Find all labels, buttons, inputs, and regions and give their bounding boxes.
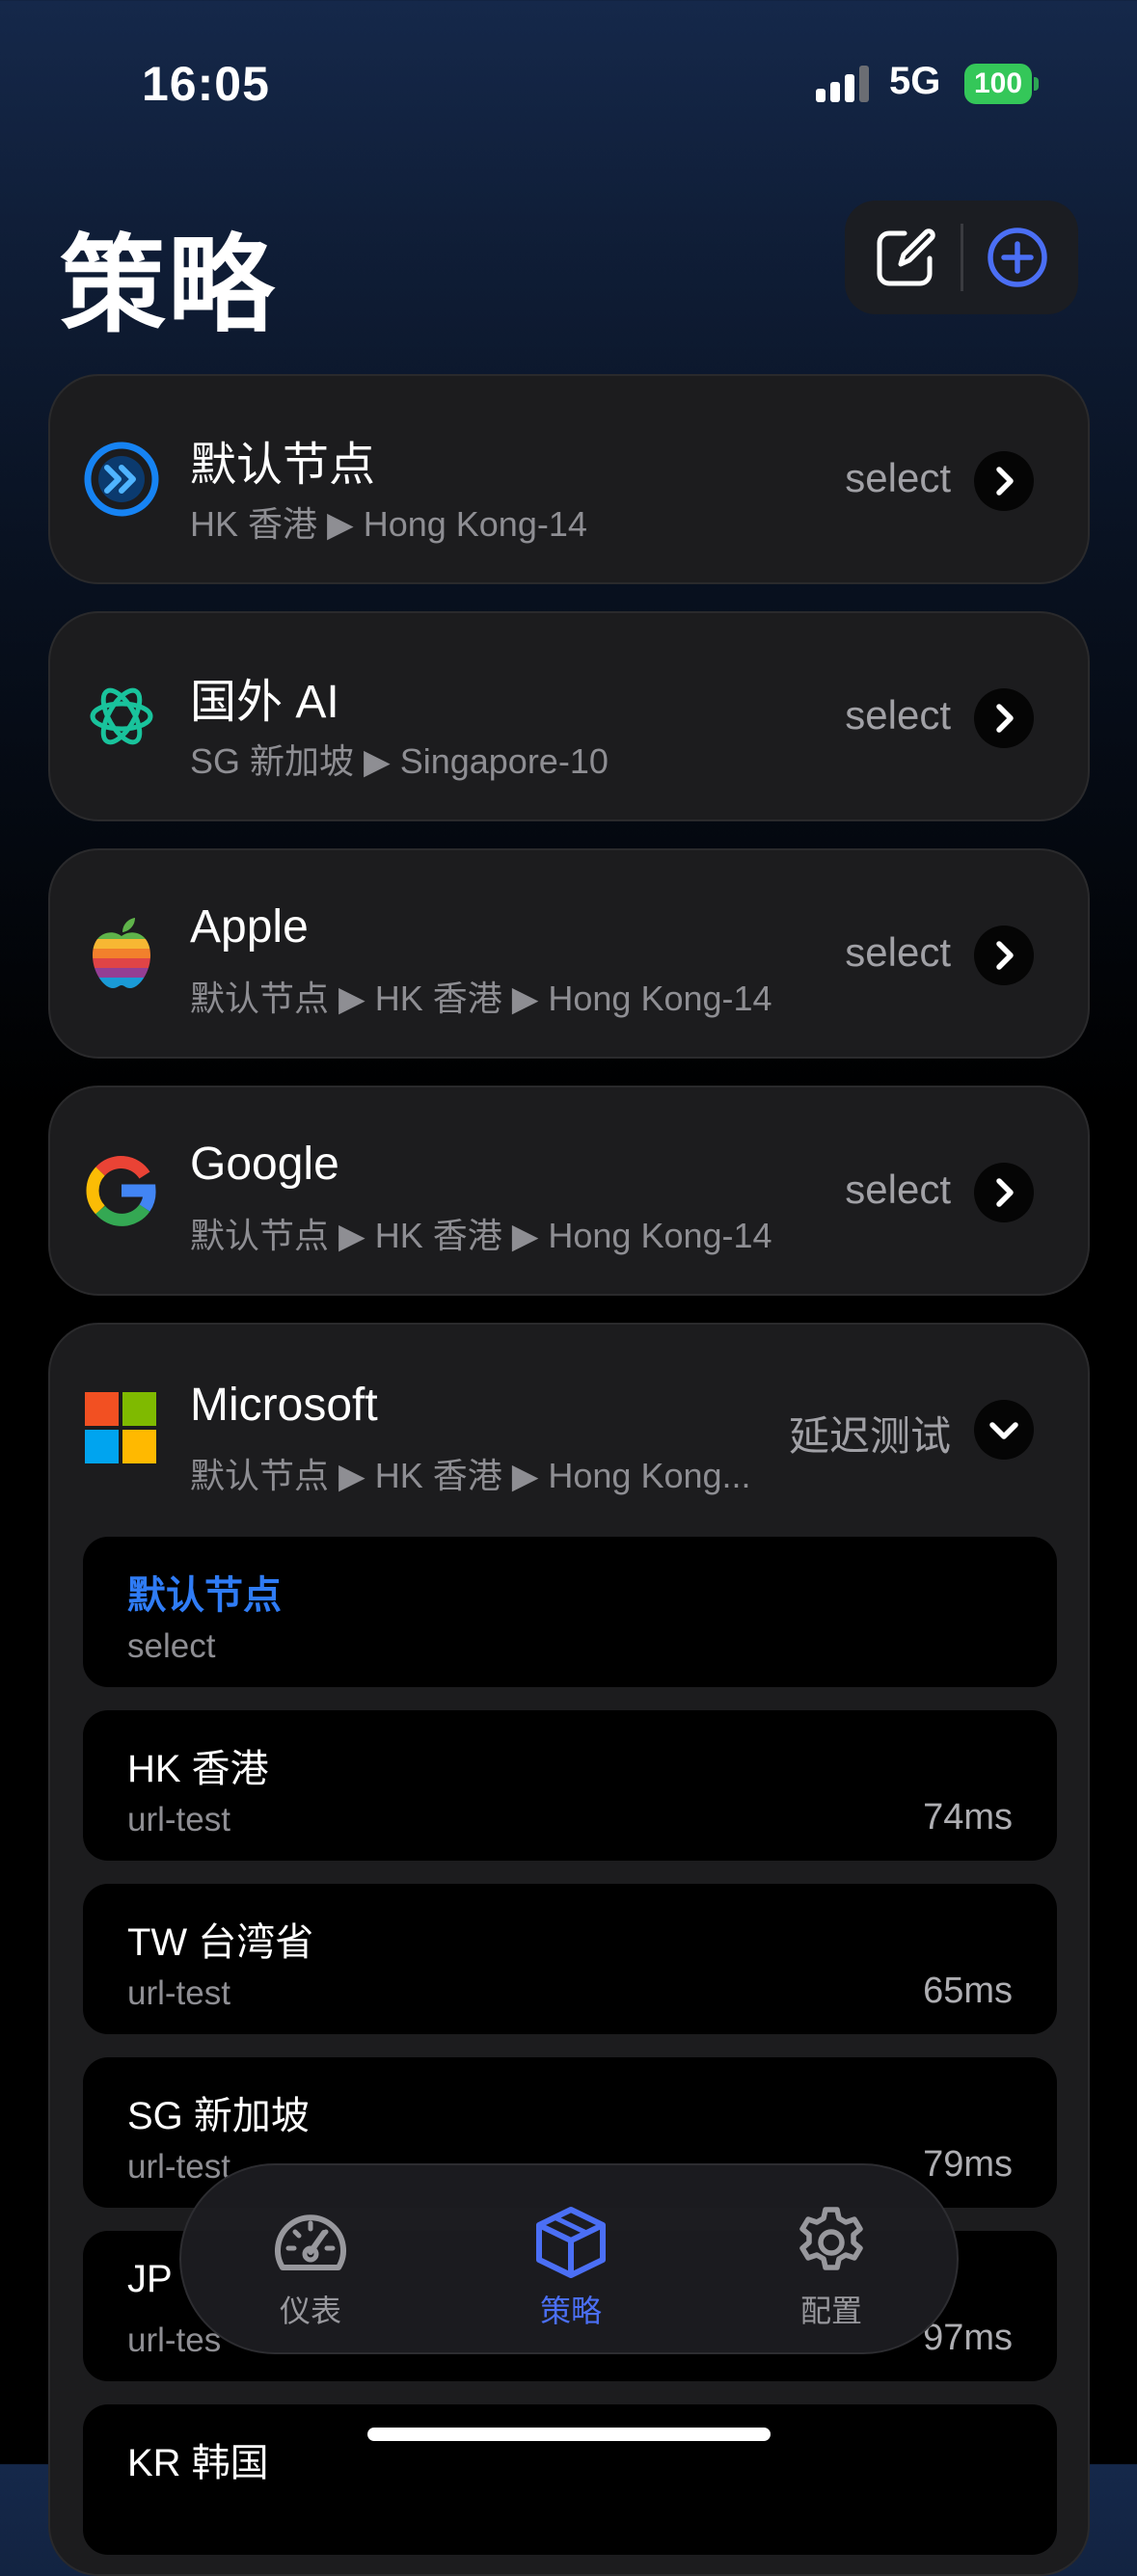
cube-icon	[536, 2207, 606, 2278]
add-icon[interactable]	[984, 224, 1051, 291]
policy-path: 默认节点 ▶ HK 香港 ▶ Hong Kong...	[190, 1456, 751, 1495]
policy-type: select	[845, 1167, 951, 1212]
microsoft-icon	[85, 1392, 156, 1463]
openai-icon	[90, 687, 153, 745]
latency-test-button[interactable]: 延迟测试	[789, 1404, 951, 1462]
cellular-signal-icon	[816, 66, 869, 102]
policy-path: SG 新加坡 ▶ Singapore-10	[190, 741, 609, 781]
proxy-item[interactable]: TW 台湾省 url-test 65ms	[83, 1884, 1057, 2034]
policy-card-apple[interactable]: Apple 默认节点 ▶ HK 香港 ▶ Hong Kong-14 select	[48, 848, 1090, 1059]
policy-name: 默认节点	[190, 440, 376, 491]
proxy-item-type: url-test	[127, 2148, 230, 2186]
proxy-item-name: HK 香港	[127, 1748, 269, 1790]
battery-level: 100	[964, 64, 1032, 104]
proxy-item-delay: 74ms	[923, 1797, 1013, 1838]
battery-indicator: 100	[964, 64, 1039, 104]
proxy-item-type: url-tes	[127, 2321, 222, 2359]
proxy-item-type: url-test	[127, 1974, 230, 2012]
proxy-item-delay: 97ms	[923, 2318, 1013, 2358]
policy-card-google[interactable]: Google 默认节点 ▶ HK 香港 ▶ Hong Kong-14 selec…	[48, 1086, 1090, 1296]
status-time: 16:05	[142, 57, 270, 111]
gauge-icon	[275, 2214, 346, 2270]
page-title: 策略	[60, 227, 276, 345]
tab-dashboard[interactable]: 仪表	[233, 2204, 388, 2331]
policy-type: select	[845, 929, 951, 975]
chevron-right-icon[interactable]	[974, 1163, 1034, 1222]
policy-path: HK 香港 ▶ Hong Kong-14	[190, 504, 587, 544]
header-actions	[845, 201, 1078, 314]
policy-path: 默认节点 ▶ HK 香港 ▶ Hong Kong-14	[190, 979, 772, 1018]
proxy-item-type: url-test	[127, 1801, 230, 1838]
proxy-item-delay: 79ms	[923, 2144, 1013, 2185]
policy-type: select	[845, 455, 951, 500]
google-icon	[86, 1156, 156, 1226]
gear-icon	[799, 2207, 863, 2270]
edit-icon[interactable]	[872, 224, 939, 291]
tab-label: 策略	[539, 2294, 602, 2328]
chevron-right-icon[interactable]	[974, 451, 1034, 511]
policy-name: Apple	[190, 901, 309, 953]
chevron-down-icon[interactable]	[974, 1400, 1034, 1460]
tab-bar: 仪表 策略 配置	[179, 2163, 959, 2354]
proxy-item-name: KR 韩国	[127, 2442, 269, 2484]
proxy-item-type: select	[127, 1627, 216, 1665]
proxy-item-name: TW 台湾省	[127, 1921, 314, 1964]
tab-label: 仪表	[279, 2294, 341, 2328]
policy-card-foreign-ai[interactable]: 国外 AI SG 新加坡 ▶ Singapore-10 select	[48, 611, 1090, 821]
tab-label: 配置	[799, 2294, 862, 2328]
policy-path: 默认节点 ▶ HK 香港 ▶ Hong Kong-14	[190, 1216, 772, 1255]
tab-policy[interactable]: 策略	[494, 2204, 648, 2331]
proxy-item-delay: 65ms	[923, 1971, 1013, 2011]
forward-circle-icon	[84, 442, 159, 517]
policy-type: select	[845, 692, 951, 738]
chevron-right-icon[interactable]	[974, 926, 1034, 985]
proxy-item-name: SG 新加坡	[127, 2095, 310, 2137]
home-indicator	[367, 2428, 771, 2441]
policy-card-microsoft[interactable]: Microsoft 默认节点 ▶ HK 香港 ▶ Hong Kong... 延迟…	[48, 1323, 1090, 2576]
proxy-item[interactable]: HK 香港 url-test 74ms	[83, 1710, 1057, 1861]
policy-card-default-node[interactable]: 默认节点 HK 香港 ▶ Hong Kong-14 select	[48, 374, 1090, 584]
network-type: 5G	[889, 60, 941, 102]
tab-config[interactable]: 配置	[754, 2204, 908, 2331]
proxy-item-name: JP	[127, 2258, 173, 2300]
policy-name: 国外 AI	[190, 677, 339, 728]
chevron-right-icon[interactable]	[974, 688, 1034, 748]
proxy-item-name: 默认节点	[127, 1574, 282, 1617]
policy-name: Microsoft	[190, 1380, 378, 1431]
apple-icon	[93, 918, 150, 988]
policy-name: Google	[190, 1139, 339, 1190]
proxy-item[interactable]: 默认节点 select	[83, 1537, 1057, 1687]
